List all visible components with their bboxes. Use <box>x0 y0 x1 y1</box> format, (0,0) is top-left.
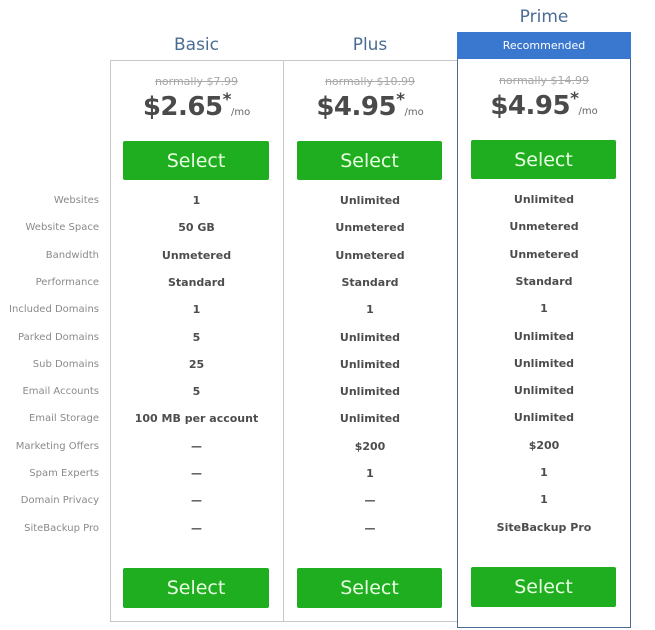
price-amount: $2.65 <box>142 92 223 122</box>
normal-price-plus: normally $10.99 <box>324 75 416 88</box>
feature-label: Bandwidth <box>45 250 99 261</box>
feature-value: SiteBackup Pro <box>496 521 592 534</box>
feature-value: 100 MB per account <box>134 412 259 425</box>
feature-label: Marketing Offers <box>15 441 99 452</box>
feature-label: SiteBackup Pro <box>24 523 99 534</box>
price-basic: $2.65*/mo <box>110 90 283 122</box>
price-asterisk: * <box>570 89 579 109</box>
plan-title-prime: Prime <box>519 7 569 27</box>
select-button-plus-bottom[interactable]: Select <box>297 568 442 608</box>
feature-value: 1 <box>192 194 201 207</box>
feature-value: Standard <box>167 276 226 289</box>
feature-value: Standard <box>515 275 573 288</box>
feature-value: 1 <box>540 302 548 315</box>
feature-value: Unlimited <box>513 357 575 370</box>
price-period: /mo <box>230 107 251 118</box>
recommended-badge: Recommended <box>457 32 631 59</box>
feature-value: Unmetered <box>509 220 579 233</box>
feature-label: Domain Privacy <box>20 495 99 506</box>
feature-value: 1 <box>366 303 374 316</box>
price-amount: $4.95 <box>490 91 571 121</box>
normal-price-prime: normally $14.99 <box>498 74 590 87</box>
feature-label: Performance <box>35 277 99 288</box>
feature-value: 1 <box>540 466 548 479</box>
feature-label: Email Storage <box>28 413 99 424</box>
feature-value: $200 <box>528 439 560 452</box>
feature-label: Website Space <box>25 222 99 233</box>
feature-value: — <box>191 467 202 480</box>
feature-value: Unlimited <box>339 385 401 398</box>
feature-label: Spam Experts <box>29 468 99 479</box>
feature-value: — <box>191 494 202 507</box>
feature-label: Sub Domains <box>32 359 99 370</box>
feature-value: Unlimited <box>339 358 401 371</box>
feature-value: Unmetered <box>335 221 405 234</box>
feature-value: Unlimited <box>339 412 401 425</box>
feature-value: 50 GB <box>178 221 215 234</box>
feature-value: Unmetered <box>509 248 579 261</box>
feature-value: 1 <box>366 467 374 480</box>
price-period: /mo <box>404 107 424 118</box>
feature-value: — <box>364 494 376 507</box>
select-button-basic-bottom[interactable]: Select <box>123 568 269 608</box>
feature-label: Websites <box>53 195 99 206</box>
feature-value: — <box>191 440 202 453</box>
feature-value: Unlimited <box>513 193 575 206</box>
feature-value: Unlimited <box>339 331 401 344</box>
plan-title-basic: Basic <box>173 35 219 55</box>
select-button-plus-top[interactable]: Select <box>297 141 442 180</box>
feature-value: $200 <box>354 440 386 453</box>
feature-label: Parked Domains <box>18 332 99 343</box>
price-asterisk: * <box>396 90 405 110</box>
feature-label: Email Accounts <box>22 386 99 397</box>
feature-value: Unmetered <box>335 249 405 262</box>
feature-value: Unlimited <box>513 411 575 424</box>
feature-value: 5 <box>192 331 201 344</box>
plan-title-plus: Plus <box>352 35 388 55</box>
feature-label: Included Domains <box>9 304 99 315</box>
price-period: /mo <box>578 106 598 117</box>
price-asterisk: * <box>222 90 232 110</box>
select-button-prime-bottom[interactable]: Select <box>471 567 616 607</box>
feature-value: Unmetered <box>161 249 232 262</box>
feature-value: Unlimited <box>339 194 401 207</box>
feature-value: 5 <box>192 385 201 398</box>
price-plus: $4.95*/mo <box>283 90 457 122</box>
feature-value: — <box>364 522 376 535</box>
feature-value: 25 <box>188 358 205 371</box>
feature-value: Standard <box>341 276 399 289</box>
price-amount: $4.95 <box>316 92 397 122</box>
feature-value: 1 <box>192 303 201 316</box>
feature-value: Unlimited <box>513 330 575 343</box>
feature-value: 1 <box>540 493 548 506</box>
price-prime: $4.95*/mo <box>457 89 631 121</box>
normal-price-basic: normally $7.99 <box>154 75 239 88</box>
select-button-prime-top[interactable]: Select <box>471 140 616 179</box>
feature-value: — <box>191 522 202 535</box>
feature-value: Unlimited <box>513 384 575 397</box>
select-button-basic-top[interactable]: Select <box>123 141 269 180</box>
